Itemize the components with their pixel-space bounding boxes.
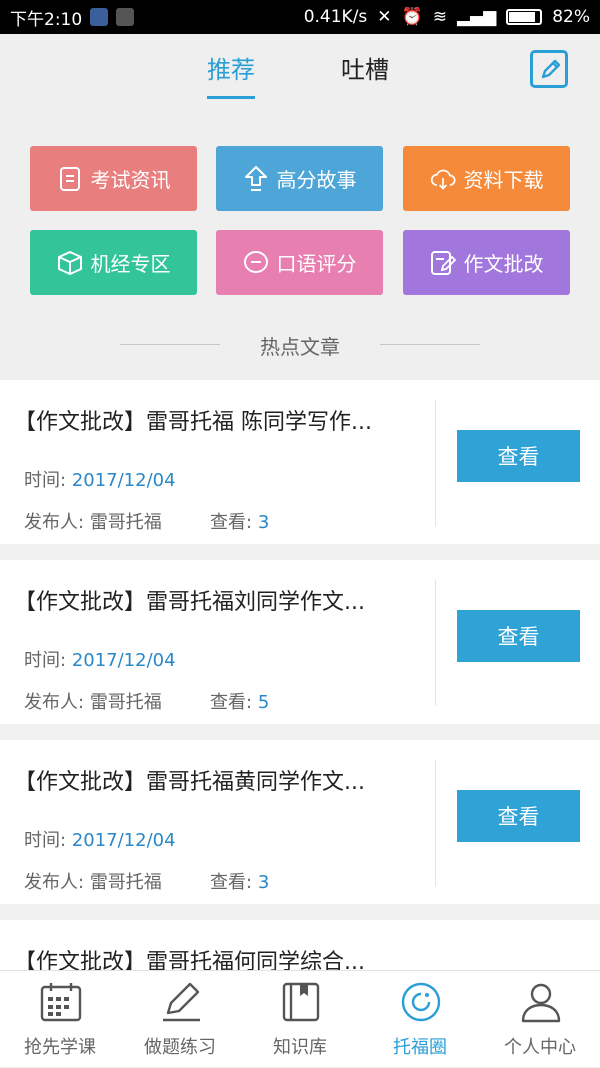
tab-rant[interactable]: 吐槽	[341, 50, 389, 85]
card-divider	[435, 400, 436, 526]
nav-label: 个人中心	[504, 1037, 576, 1058]
speech-bubble-icon	[243, 250, 269, 276]
status-time: 下午2:10	[10, 9, 83, 30]
article-views: 查看: 5	[210, 692, 270, 713]
top-panel: 推荐 吐槽 考试资讯 高分故事 资料下载 机经专区 口语评分 作文批改 热点文章	[0, 34, 600, 380]
category-label: 口语评分	[276, 252, 357, 276]
battery-icon	[506, 9, 543, 25]
mute-icon: ✕	[377, 7, 392, 27]
section-title: 热点文章	[260, 335, 340, 359]
nav-label: 抢先学课	[24, 1037, 96, 1058]
article-title[interactable]: 【作文批改】雷哥托福黄同学作文...	[14, 764, 365, 796]
wifi-icon: ≋	[432, 7, 447, 27]
article-title[interactable]: 【作文批改】雷哥托福 陈同学写作...	[14, 404, 372, 436]
nav-item-courses[interactable]: 抢先学课	[0, 971, 120, 1068]
bottom-nav: 抢先学课 做题练习 知识库 托福圈 个人中心	[0, 970, 600, 1067]
article-author: 发布人: 雷哥托福	[24, 872, 162, 893]
article-card[interactable]: 【作文批改】雷哥托福 陈同学写作... 时间: 2017/12/04 发布人: …	[0, 380, 600, 544]
category-tile-essay-correction[interactable]: 作文批改	[403, 230, 570, 295]
category-label: 作文批改	[463, 252, 544, 276]
divider-right	[380, 344, 480, 345]
view-button[interactable]: 查看	[457, 430, 580, 482]
article-time: 时间: 2017/12/04	[24, 650, 176, 671]
article-card[interactable]: 【作文批改】雷哥托福何同学综合...	[0, 920, 600, 970]
article-author: 发布人: 雷哥托福	[24, 692, 162, 713]
pencil-icon	[163, 982, 200, 1022]
document-icon	[57, 166, 83, 192]
article-list: 【作文批改】雷哥托福 陈同学写作... 时间: 2017/12/04 发布人: …	[0, 380, 600, 970]
person-icon	[521, 983, 561, 1023]
view-button[interactable]: 查看	[457, 610, 580, 662]
app-notification-icon	[90, 8, 109, 26]
upload-arrow-icon	[243, 165, 269, 192]
article-author: 发布人: 雷哥托福	[24, 512, 162, 533]
nav-label: 知识库	[273, 1037, 327, 1058]
article-title[interactable]: 【作文批改】雷哥托福何同学综合...	[14, 944, 365, 970]
battery-level: 82%	[552, 7, 590, 27]
edit-icon	[541, 59, 561, 79]
nav-item-profile[interactable]: 个人中心	[480, 971, 600, 1068]
cube-icon	[57, 250, 83, 276]
nav-item-practice[interactable]: 做题练习	[120, 971, 240, 1068]
category-tile-downloads[interactable]: 资料下载	[403, 146, 570, 211]
category-tile-high-score-stories[interactable]: 高分故事	[216, 146, 383, 211]
category-tile-machine-exam[interactable]: 机经专区	[30, 230, 197, 295]
tab-recommend[interactable]: 推荐	[207, 50, 255, 99]
book-icon	[282, 982, 320, 1022]
edit-note-icon	[430, 250, 456, 276]
compose-button[interactable]	[530, 50, 568, 88]
nav-item-knowledge[interactable]: 知识库	[240, 971, 360, 1068]
status-bar: 下午2:10 0.41K/s ✕ ⏰ ≋ ▂▄▆ 82%	[0, 0, 600, 34]
calendar-icon	[40, 983, 82, 1022]
category-tile-exam-news[interactable]: 考试资讯	[30, 146, 197, 211]
circle-refresh-icon	[401, 982, 441, 1022]
category-label: 高分故事	[276, 168, 357, 192]
cloud-download-icon	[430, 166, 456, 192]
article-title[interactable]: 【作文批改】雷哥托福刘同学作文...	[14, 584, 365, 616]
category-label: 机经专区	[90, 252, 171, 276]
article-card[interactable]: 【作文批改】雷哥托福刘同学作文... 时间: 2017/12/04 发布人: 雷…	[0, 560, 600, 724]
article-views: 查看: 3	[210, 872, 270, 893]
nav-label: 托福圈	[393, 1037, 447, 1058]
nav-item-toefl-circle[interactable]: 托福圈	[360, 971, 480, 1068]
alarm-icon: ⏰	[401, 7, 423, 27]
card-divider	[435, 760, 436, 886]
nav-label: 做题练习	[144, 1037, 216, 1058]
article-time: 时间: 2017/12/04	[24, 470, 176, 491]
article-card[interactable]: 【作文批改】雷哥托福黄同学作文... 时间: 2017/12/04 发布人: 雷…	[0, 740, 600, 904]
network-speed: 0.41K/s	[303, 7, 368, 27]
card-divider	[435, 580, 436, 706]
signal-icon: ▂▄▆	[456, 7, 497, 27]
app-notification-icon-2	[116, 8, 135, 26]
category-label: 资料下载	[463, 168, 544, 192]
article-views: 查看: 3	[210, 512, 270, 533]
article-time: 时间: 2017/12/04	[24, 830, 176, 851]
category-tile-speaking-score[interactable]: 口语评分	[216, 230, 383, 295]
tab-bar: 推荐 吐槽	[0, 34, 600, 100]
category-label: 考试资讯	[90, 168, 171, 192]
view-button[interactable]: 查看	[457, 790, 580, 842]
